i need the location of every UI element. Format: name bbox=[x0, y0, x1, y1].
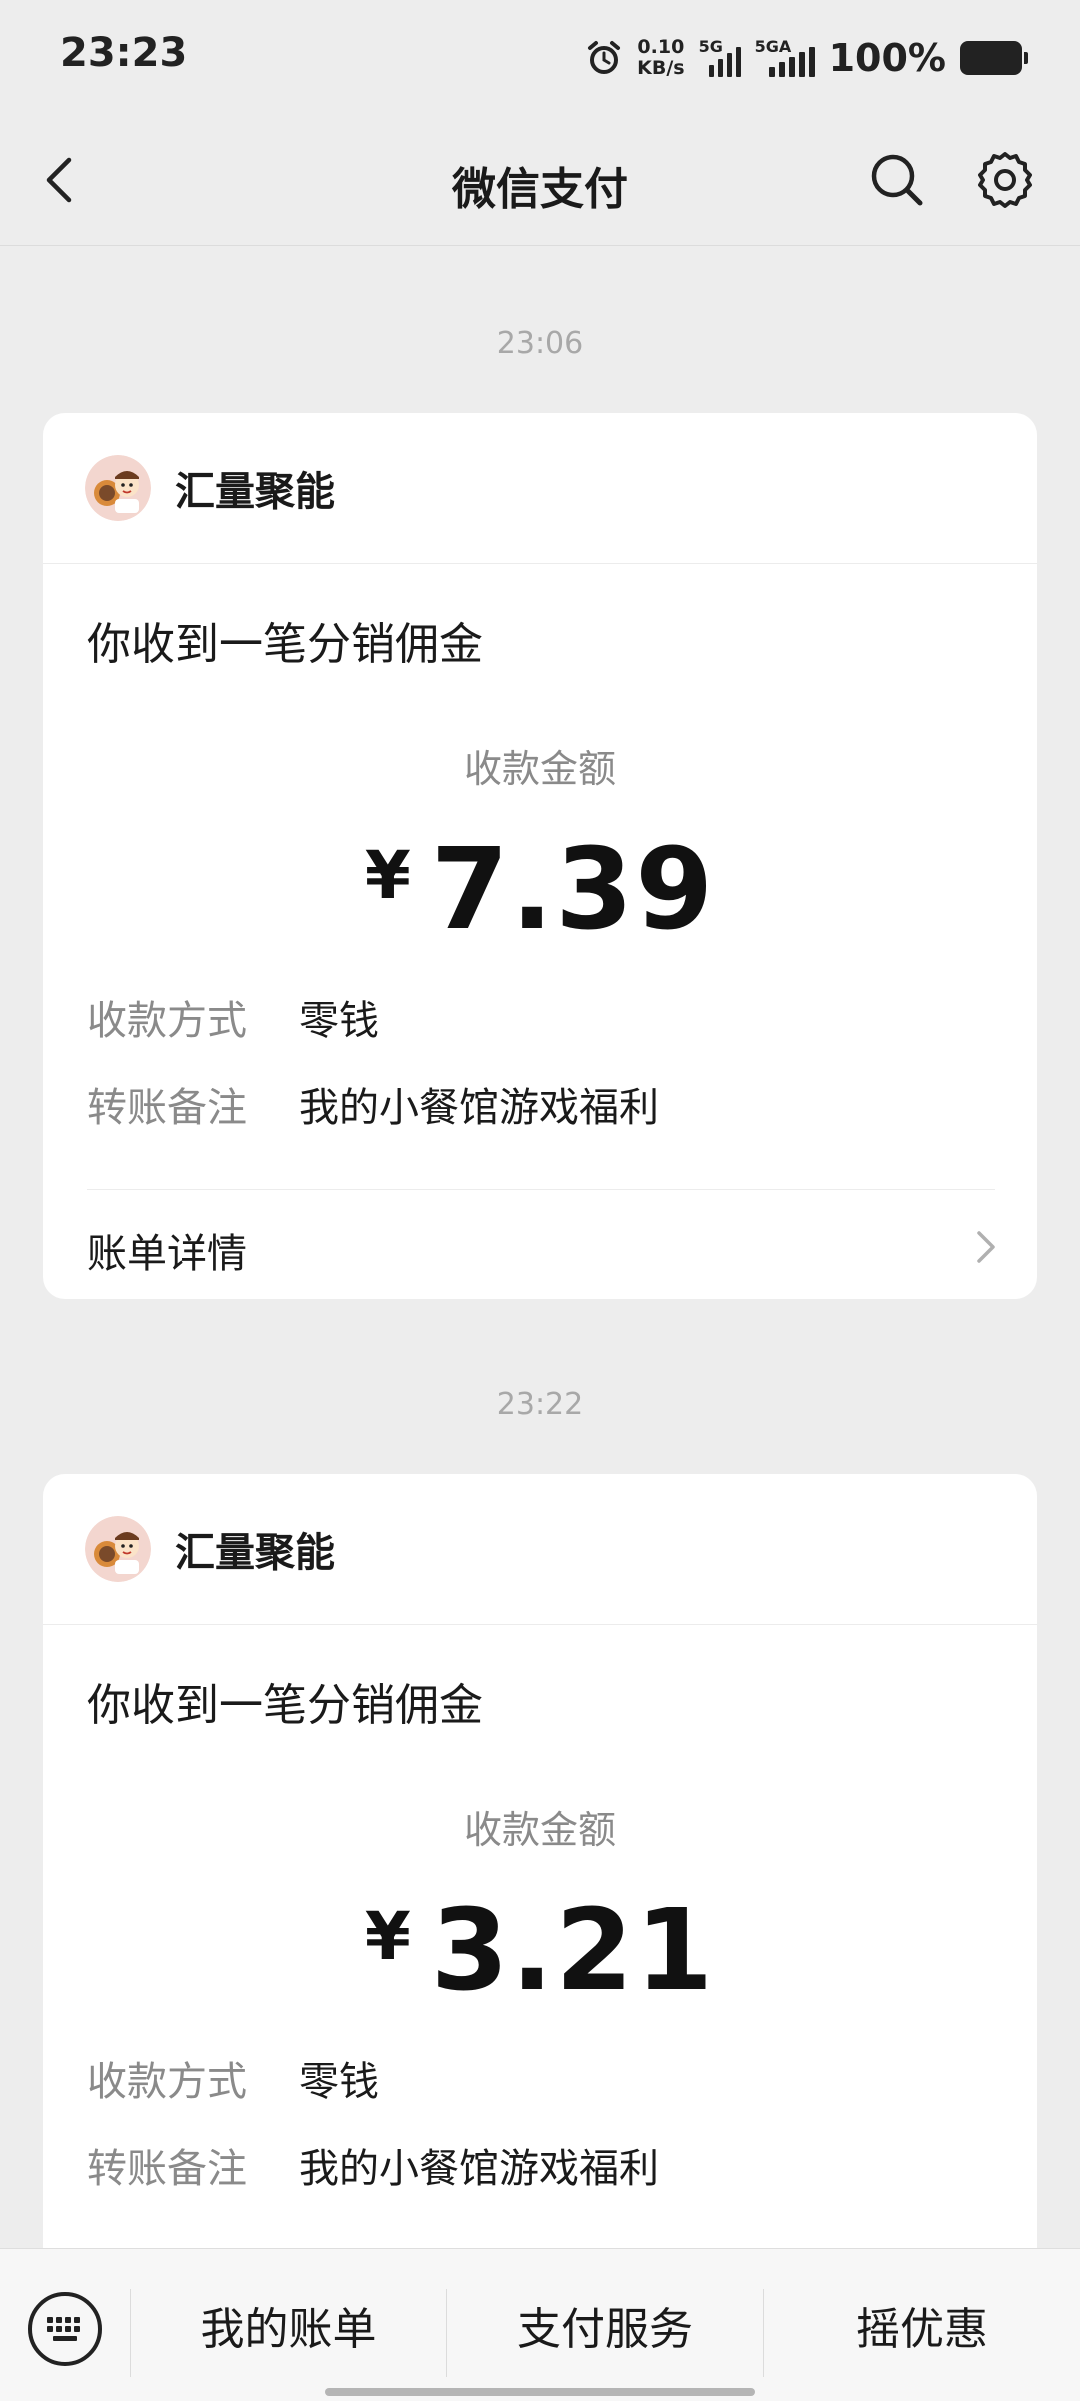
search-icon bbox=[871, 154, 923, 206]
payment-method-row: 收款方式 零钱 bbox=[87, 988, 379, 1046]
amount-value: 3.21 bbox=[430, 1886, 716, 2016]
bill-details-link[interactable]: 账单详情 bbox=[87, 1221, 247, 1279]
transfer-note-value: 我的小餐馆游戏福利 bbox=[299, 2146, 659, 2192]
alarm-icon bbox=[588, 41, 621, 74]
gear-icon bbox=[978, 152, 1032, 208]
merchant-avatar[interactable] bbox=[85, 1516, 151, 1582]
status-time: 23:23 bbox=[60, 30, 188, 76]
payment-message-card[interactable]: 汇量聚能 你收到一笔分销佣金 收款金额 ¥3.21 收款方式 零钱 转账备注 我的小… bbox=[43, 1474, 1037, 2334]
payment-method-label: 收款方式 bbox=[87, 2059, 247, 2105]
status-icons: 0.10 KB/s 5G 5GA 100% bbox=[585, 30, 1028, 86]
card-header[interactable]: 汇量聚能 bbox=[43, 413, 1037, 564]
transfer-note-row: 转账备注 我的小餐馆游戏福利 bbox=[87, 1075, 659, 1133]
settings-button[interactable] bbox=[968, 143, 1042, 217]
menu-my-bills[interactable]: 我的账单 bbox=[131, 2249, 446, 2401]
card-header[interactable]: 汇量聚能 bbox=[43, 1474, 1037, 1625]
merchant-avatar[interactable] bbox=[85, 455, 151, 521]
payment-message-card[interactable]: 汇量聚能 你收到一笔分销佣金 收款金额 ¥7.39 收款方式 零钱 转账备注 我的小… bbox=[43, 413, 1037, 1299]
menu-shake-offers[interactable]: 摇优惠 bbox=[764, 2249, 1080, 2401]
amount: ¥3.21 bbox=[43, 1886, 1037, 2016]
transfer-note-label: 转账备注 bbox=[87, 1085, 247, 1131]
chevron-right-icon[interactable] bbox=[971, 1225, 1001, 1269]
message-title: 你收到一笔分销佣金 bbox=[87, 1680, 483, 1731]
payment-method-label: 收款方式 bbox=[87, 998, 247, 1044]
merchant-name: 汇量聚能 bbox=[175, 1530, 335, 1576]
amount-value: 7.39 bbox=[430, 825, 716, 955]
transfer-note-row: 转账备注 我的小餐馆游戏福利 bbox=[87, 2136, 659, 2194]
merchant-name: 汇量聚能 bbox=[175, 469, 335, 515]
message-timestamp: 23:22 bbox=[496, 1387, 584, 1422]
home-indicator[interactable] bbox=[325, 2388, 755, 2396]
signal-5g-icon: 5G bbox=[698, 37, 741, 77]
battery-percentage: 100% bbox=[828, 36, 946, 80]
bottom-menu-bar: 我的账单 支付服务 摇优惠 bbox=[0, 2248, 1080, 2401]
payment-method-value: 零钱 bbox=[299, 998, 379, 1044]
signal-5g-label: 5G bbox=[698, 37, 723, 56]
amount: ¥7.39 bbox=[43, 825, 1037, 955]
network-speed-value: 0.10 bbox=[637, 36, 685, 58]
divider bbox=[87, 1189, 995, 1190]
transfer-note-label: 转账备注 bbox=[87, 2146, 247, 2192]
message-timestamp: 23:06 bbox=[496, 326, 584, 361]
signal-5ga-icon: 5GA bbox=[754, 37, 815, 77]
keyboard-icon[interactable] bbox=[25, 2289, 105, 2369]
menu-payment-services[interactable]: 支付服务 bbox=[447, 2249, 763, 2401]
currency-symbol: ¥ bbox=[364, 837, 411, 914]
currency-symbol: ¥ bbox=[364, 1898, 411, 1975]
search-button[interactable] bbox=[860, 143, 934, 217]
transfer-note-value: 我的小餐馆游戏福利 bbox=[299, 1085, 659, 1131]
payment-method-row: 收款方式 零钱 bbox=[87, 2049, 379, 2107]
message-title: 你收到一笔分销佣金 bbox=[87, 619, 483, 670]
status-bar: 23:23 0.10 KB/s 5G 5GA 100% bbox=[0, 0, 1080, 115]
amount-label: 收款金额 bbox=[463, 747, 616, 791]
signal-5ga-label: 5GA bbox=[754, 37, 792, 56]
battery-icon bbox=[960, 41, 1028, 75]
navigation-bar: 微信支付 bbox=[0, 115, 1080, 246]
payment-method-value: 零钱 bbox=[299, 2059, 379, 2105]
network-speed-unit: KB/s bbox=[637, 57, 685, 79]
network-speed: 0.10 KB/s bbox=[637, 37, 684, 79]
amount-label: 收款金额 bbox=[463, 1808, 616, 1852]
